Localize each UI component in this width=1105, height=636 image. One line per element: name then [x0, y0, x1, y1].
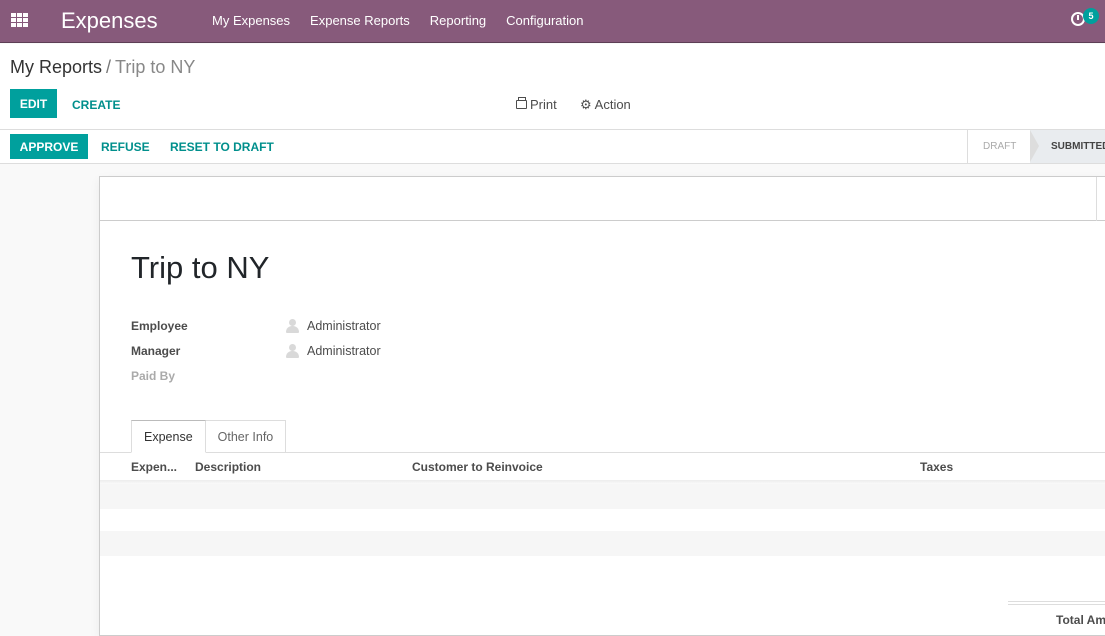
refuse-button[interactable]: Refuse — [101, 140, 150, 154]
print-dropdown[interactable]: Print — [516, 97, 557, 112]
sheet-button-box — [100, 177, 1105, 221]
gear-icon: ⚙ — [580, 97, 592, 112]
form-sheet: Trip to NY Employee Administrator Manage… — [99, 176, 1105, 636]
avatar-icon — [286, 318, 299, 334]
approve-button[interactable]: Approve — [10, 134, 88, 159]
stage-draft[interactable]: Draft — [968, 130, 1039, 163]
activity-count-badge: 5 — [1083, 8, 1099, 24]
top-navbar: Expenses My Expenses Expense Reports Rep… — [0, 0, 1105, 43]
paid-by-label: Paid By — [131, 369, 176, 383]
table-row — [100, 484, 1105, 509]
employee-label: Employee — [131, 319, 188, 333]
menu-my-expenses[interactable]: My Expenses — [212, 13, 290, 28]
employee-value[interactable]: Administrator — [286, 318, 381, 334]
manager-name: Administrator — [307, 344, 381, 358]
main-menu: My Expenses Expense Reports Reporting Co… — [212, 13, 603, 28]
action-dropdown[interactable]: ⚙ Action — [580, 97, 631, 112]
action-label: Action — [594, 97, 631, 112]
menu-expense-reports[interactable]: Expense Reports — [310, 13, 410, 28]
breadcrumb-parent[interactable]: My Reports — [10, 57, 102, 77]
printer-icon — [516, 97, 527, 109]
breadcrumb-current: Trip to NY — [115, 57, 196, 77]
avatar-icon — [286, 343, 299, 359]
employee-name: Administrator — [307, 319, 381, 333]
tab-other-info[interactable]: Other Info — [205, 420, 287, 453]
status-bar: Approve Refuse Reset to Draft Draft Subm… — [0, 130, 1105, 164]
tab-expense[interactable]: Expense — [131, 420, 206, 453]
report-title: Trip to NY — [131, 250, 270, 285]
print-label: Print — [530, 97, 557, 112]
manager-label: Manager — [131, 344, 181, 358]
menu-reporting[interactable]: Reporting — [430, 13, 486, 28]
app-title: Expenses — [61, 8, 158, 33]
column-expense-date[interactable]: Expen... — [131, 460, 177, 474]
apps-menu-icon[interactable] — [11, 13, 28, 28]
notebook-tabs: Expense Other Info — [131, 420, 287, 453]
breadcrumb: My Reports / Trip to NY — [10, 57, 195, 78]
divider — [1096, 177, 1097, 221]
column-customer-to-reinvoice[interactable]: Customer to Reinvoice — [412, 460, 543, 474]
expense-table-header: Expen... Description Customer to Reinvoi… — [100, 453, 1105, 481]
breadcrumb-separator: / — [106, 57, 112, 77]
control-panel: My Reports / Trip to NY Edit Create Print … — [0, 44, 1105, 130]
column-taxes[interactable]: Taxes — [920, 460, 953, 474]
create-button[interactable]: Create — [72, 98, 120, 112]
edit-button[interactable]: Edit — [10, 89, 57, 118]
table-row — [100, 531, 1105, 556]
stage-pipeline: Draft Submitted — [967, 130, 1105, 163]
total-divider — [1008, 601, 1105, 605]
stage-submitted[interactable]: Submitted — [1030, 130, 1105, 163]
menu-configuration[interactable]: Configuration — [506, 13, 583, 28]
total-amount-label: Total Am — [1056, 613, 1105, 627]
reset-to-draft-button[interactable]: Reset to Draft — [170, 140, 274, 154]
manager-value[interactable]: Administrator — [286, 343, 381, 359]
column-description[interactable]: Description — [195, 460, 261, 474]
